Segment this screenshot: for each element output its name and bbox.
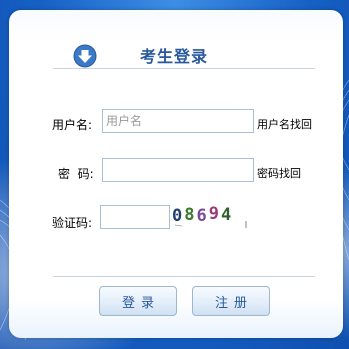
login-button[interactable]: 登录 <box>99 286 177 316</box>
username-label: 用户名: <box>52 118 93 132</box>
captcha-char: 0 <box>172 206 184 226</box>
username-input[interactable] <box>102 109 254 133</box>
captcha-char: 6 <box>197 206 209 226</box>
captcha-input[interactable] <box>100 205 170 229</box>
captcha-label: 验证码: <box>52 216 93 230</box>
captcha-char: 9 <box>209 204 221 224</box>
captcha-text: 08694 <box>172 204 233 226</box>
captcha-image[interactable]: 08694 <box>170 203 250 229</box>
captcha-char: 4 <box>221 205 233 225</box>
password-recovery-link[interactable]: 密码找回 <box>257 165 301 181</box>
login-panel: 考生登录 用户名: 用户名找回 密 码: 密码找回 验证码: 08694 登录 … <box>9 10 343 338</box>
page-title: 考生登录 <box>140 47 209 66</box>
password-input[interactable] <box>102 158 254 182</box>
password-label: 密 码: <box>58 167 94 181</box>
captcha-char: 8 <box>184 205 196 225</box>
username-recovery-link[interactable]: 用户名找回 <box>257 116 312 132</box>
footer-divider <box>53 276 315 277</box>
arrow-down-circle-icon <box>73 44 97 68</box>
header-divider <box>53 68 315 69</box>
register-button[interactable]: 注册 <box>192 286 270 316</box>
